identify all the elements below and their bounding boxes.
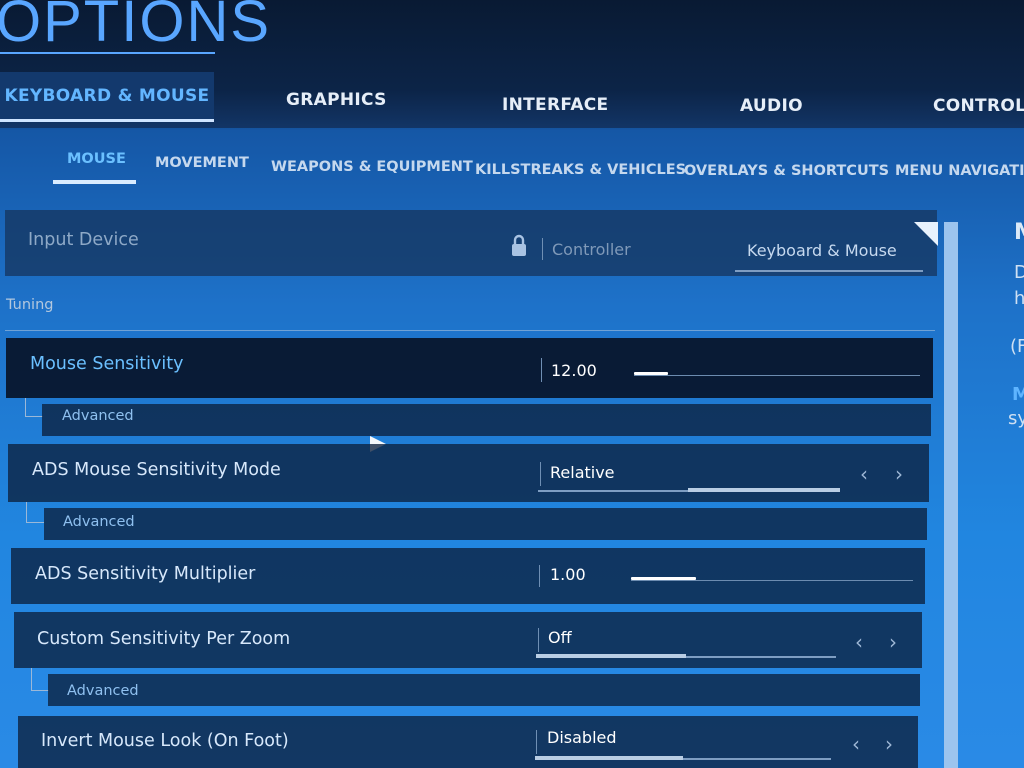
tab-controller[interactable]: CONTROLL — [933, 96, 1024, 116]
tree-connector — [25, 398, 26, 416]
option-keyboard-mouse[interactable]: Keyboard & Mouse — [747, 241, 897, 260]
separator — [539, 565, 540, 587]
custom-zoom-value: Off — [548, 628, 572, 647]
section-divider — [5, 330, 935, 331]
description-link[interactable]: M — [1012, 384, 1024, 405]
subtab-weapons-equipment[interactable]: WEAPONS & EQUIPMENT — [271, 159, 473, 175]
subtab-mouse[interactable]: MOUSE — [67, 151, 126, 167]
tree-connector — [31, 690, 49, 691]
tree-connector — [31, 668, 32, 690]
subtab-active-indicator — [53, 180, 136, 184]
invert-look-value: Disabled — [547, 728, 617, 747]
chevron-left-icon[interactable]: ‹ — [860, 462, 868, 486]
custom-zoom-position-indicator — [536, 654, 686, 658]
tree-connector — [25, 416, 43, 417]
chevron-left-icon[interactable]: ‹ — [852, 732, 860, 756]
mouse-sensitivity-label: Mouse Sensitivity — [30, 354, 184, 374]
subtab-killstreaks-vehicles[interactable]: KILLSTREAKS & VEHICLES — [475, 162, 686, 178]
separator — [541, 358, 542, 382]
title-underline — [0, 52, 215, 54]
tree-connector — [26, 502, 27, 522]
chevron-left-icon[interactable]: ‹ — [855, 630, 863, 654]
description-text: (F — [1010, 336, 1024, 357]
separator — [538, 628, 539, 652]
description-text: h — [1014, 288, 1024, 309]
advanced-label: Advanced — [67, 683, 139, 699]
invert-look-label: Invert Mouse Look (On Foot) — [41, 731, 289, 751]
advanced-label: Advanced — [62, 408, 134, 424]
ads-mode-position-indicator — [688, 488, 840, 492]
advanced-row-ads-mode[interactable] — [44, 508, 927, 540]
separator — [542, 238, 543, 260]
advanced-row-mouse-sensitivity[interactable] — [42, 404, 931, 436]
tab-audio[interactable]: AUDIO — [740, 96, 803, 116]
tab-graphics[interactable]: GRAPHICS — [286, 90, 387, 110]
scrollbar[interactable] — [944, 222, 958, 768]
ads-multiplier-value: 1.00 — [550, 565, 586, 584]
corner-marker-icon — [914, 222, 938, 246]
subtab-movement[interactable]: MOVEMENT — [155, 155, 249, 171]
input-device-label: Input Device — [28, 230, 139, 250]
chevron-right-icon[interactable]: › — [885, 732, 893, 756]
chevron-right-icon[interactable]: › — [889, 630, 897, 654]
ads-multiplier-label: ADS Sensitivity Multiplier — [35, 564, 256, 584]
page-title: OPTIONS — [0, 0, 272, 54]
section-label: Tuning — [6, 297, 54, 313]
invert-look-position-indicator — [535, 756, 683, 760]
separator — [540, 462, 541, 486]
advanced-label: Advanced — [63, 514, 135, 530]
tab-interface[interactable]: INTERFACE — [502, 95, 608, 115]
ads-multiplier-slider-fill — [631, 577, 696, 580]
mouse-sensitivity-slider[interactable] — [634, 375, 920, 376]
separator — [536, 730, 537, 754]
mouse-sensitivity-value: 12.00 — [551, 361, 597, 380]
custom-zoom-label: Custom Sensitivity Per Zoom — [37, 629, 291, 649]
tree-connector — [26, 522, 44, 523]
description-text: D — [1014, 262, 1024, 283]
option-underline — [735, 270, 923, 272]
option-controller[interactable]: Controller — [552, 240, 631, 259]
description-panel: M D h (F M sy — [1000, 210, 1024, 460]
subtab-menu-navigation[interactable]: MENU NAVIGATIO — [895, 163, 1024, 179]
description-title: M — [1014, 220, 1024, 245]
mouse-sensitivity-slider-fill — [634, 372, 668, 375]
tab-keyboard-mouse[interactable]: KEYBOARD & MOUSE — [0, 72, 214, 122]
tab-label: KEYBOARD & MOUSE — [4, 85, 210, 106]
description-text: sy — [1008, 408, 1024, 429]
subtab-overlays-shortcuts[interactable]: OVERLAYS & SHORTCUTS — [684, 163, 889, 179]
ads-mode-value: Relative — [550, 463, 615, 482]
advanced-row-custom-zoom[interactable] — [48, 674, 920, 706]
chevron-right-icon[interactable]: › — [895, 462, 903, 486]
ads-mode-label: ADS Mouse Sensitivity Mode — [32, 460, 281, 480]
lock-icon — [512, 234, 526, 256]
ads-multiplier-slider[interactable] — [631, 580, 913, 581]
